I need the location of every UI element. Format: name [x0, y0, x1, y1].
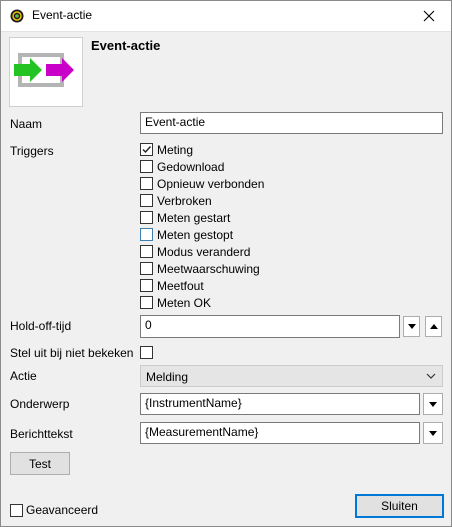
checkmark-icon — [142, 146, 152, 154]
trigger-checkbox[interactable] — [140, 177, 153, 190]
disable-unwatched-label: Stel uit bij niet bekeken — [10, 346, 134, 360]
subject-label: Onderwerp — [10, 397, 70, 411]
trigger-meting[interactable]: Meting — [140, 141, 264, 158]
action-selected-value: Melding — [146, 370, 189, 384]
trigger-meten-ok[interactable]: Meten OK — [140, 294, 264, 311]
triggers-label: Triggers — [10, 144, 54, 158]
trigger-meetwaarschuwing[interactable]: Meetwaarschuwing — [140, 260, 264, 277]
trigger-label: Meten gestopt — [157, 227, 234, 242]
trigger-meten-gestart[interactable]: Meten gestart — [140, 209, 264, 226]
triggers-list: Meting Gedownload Opnieuw verbonden Verb… — [140, 141, 264, 311]
trigger-checkbox[interactable] — [140, 143, 153, 156]
close-icon — [423, 10, 435, 22]
disable-unwatched-checkbox[interactable] — [140, 346, 153, 359]
holdoff-label: Hold-off-tijd — [10, 319, 72, 333]
event-action-dialog: Event-actie Event-actie Naam Event-actie… — [0, 0, 452, 527]
action-select[interactable]: Melding — [140, 365, 443, 387]
name-input[interactable]: Event-actie — [140, 112, 443, 134]
page-title: Event-actie — [91, 38, 161, 53]
trigger-checkbox[interactable] — [140, 211, 153, 224]
trigger-label: Verbroken — [157, 193, 212, 208]
holdoff-decrease-button[interactable] — [403, 316, 420, 337]
trigger-label: Meten OK — [157, 295, 212, 310]
triangle-down-icon — [407, 324, 416, 329]
triangle-down-icon — [429, 430, 437, 436]
trigger-checkbox[interactable] — [140, 245, 153, 258]
app-logo-icon — [10, 9, 24, 23]
trigger-label: Gedownload — [157, 159, 225, 174]
trigger-meetfout[interactable]: Meetfout — [140, 277, 264, 294]
holdoff-increase-button[interactable] — [425, 316, 442, 337]
trigger-label: Meetfout — [157, 278, 204, 293]
advanced-checkbox[interactable] — [10, 504, 23, 517]
close-button[interactable]: Sluiten — [355, 494, 444, 518]
action-label: Actie — [10, 369, 37, 383]
test-button-label: Test — [28, 456, 51, 471]
window-title: Event-actie — [32, 8, 93, 22]
holdoff-input[interactable]: 0 — [140, 315, 400, 338]
trigger-checkbox[interactable] — [140, 194, 153, 207]
name-label: Naam — [10, 117, 43, 131]
close-window-button[interactable] — [407, 1, 451, 31]
trigger-opnieuw-verbonden[interactable]: Opnieuw verbonden — [140, 175, 264, 192]
subject-input[interactable]: {InstrumentName} — [140, 393, 420, 415]
trigger-label: Modus veranderd — [157, 244, 251, 259]
event-action-icon — [9, 37, 83, 107]
trigger-checkbox[interactable] — [140, 296, 153, 309]
subject-dropdown-button[interactable] — [423, 393, 443, 415]
trigger-checkbox[interactable] — [140, 262, 153, 275]
advanced-label: Geavanceerd — [26, 503, 99, 517]
trigger-label: Meting — [157, 142, 194, 157]
trigger-label: Opnieuw verbonden — [157, 176, 265, 191]
trigger-checkbox[interactable] — [140, 228, 153, 241]
test-button[interactable]: Test — [10, 452, 70, 475]
trigger-checkbox[interactable] — [140, 160, 153, 173]
message-input[interactable]: {MeasurementName} — [140, 422, 420, 444]
title-bar: Event-actie — [1, 1, 451, 32]
trigger-verbroken[interactable]: Verbroken — [140, 192, 264, 209]
message-label: Berichttekst — [10, 427, 73, 441]
chevron-down-icon — [426, 373, 436, 379]
trigger-gedownload[interactable]: Gedownload — [140, 158, 264, 175]
trigger-meten-gestopt[interactable]: Meten gestopt — [140, 226, 264, 243]
triangle-down-icon — [429, 401, 437, 407]
trigger-label: Meetwaarschuwing — [157, 261, 260, 276]
close-button-label: Sluiten — [381, 499, 418, 513]
trigger-modus-veranderd[interactable]: Modus veranderd — [140, 243, 264, 260]
trigger-label: Meten gestart — [157, 210, 231, 225]
message-dropdown-button[interactable] — [423, 422, 443, 444]
trigger-checkbox[interactable] — [140, 279, 153, 292]
triangle-up-icon — [429, 324, 438, 329]
